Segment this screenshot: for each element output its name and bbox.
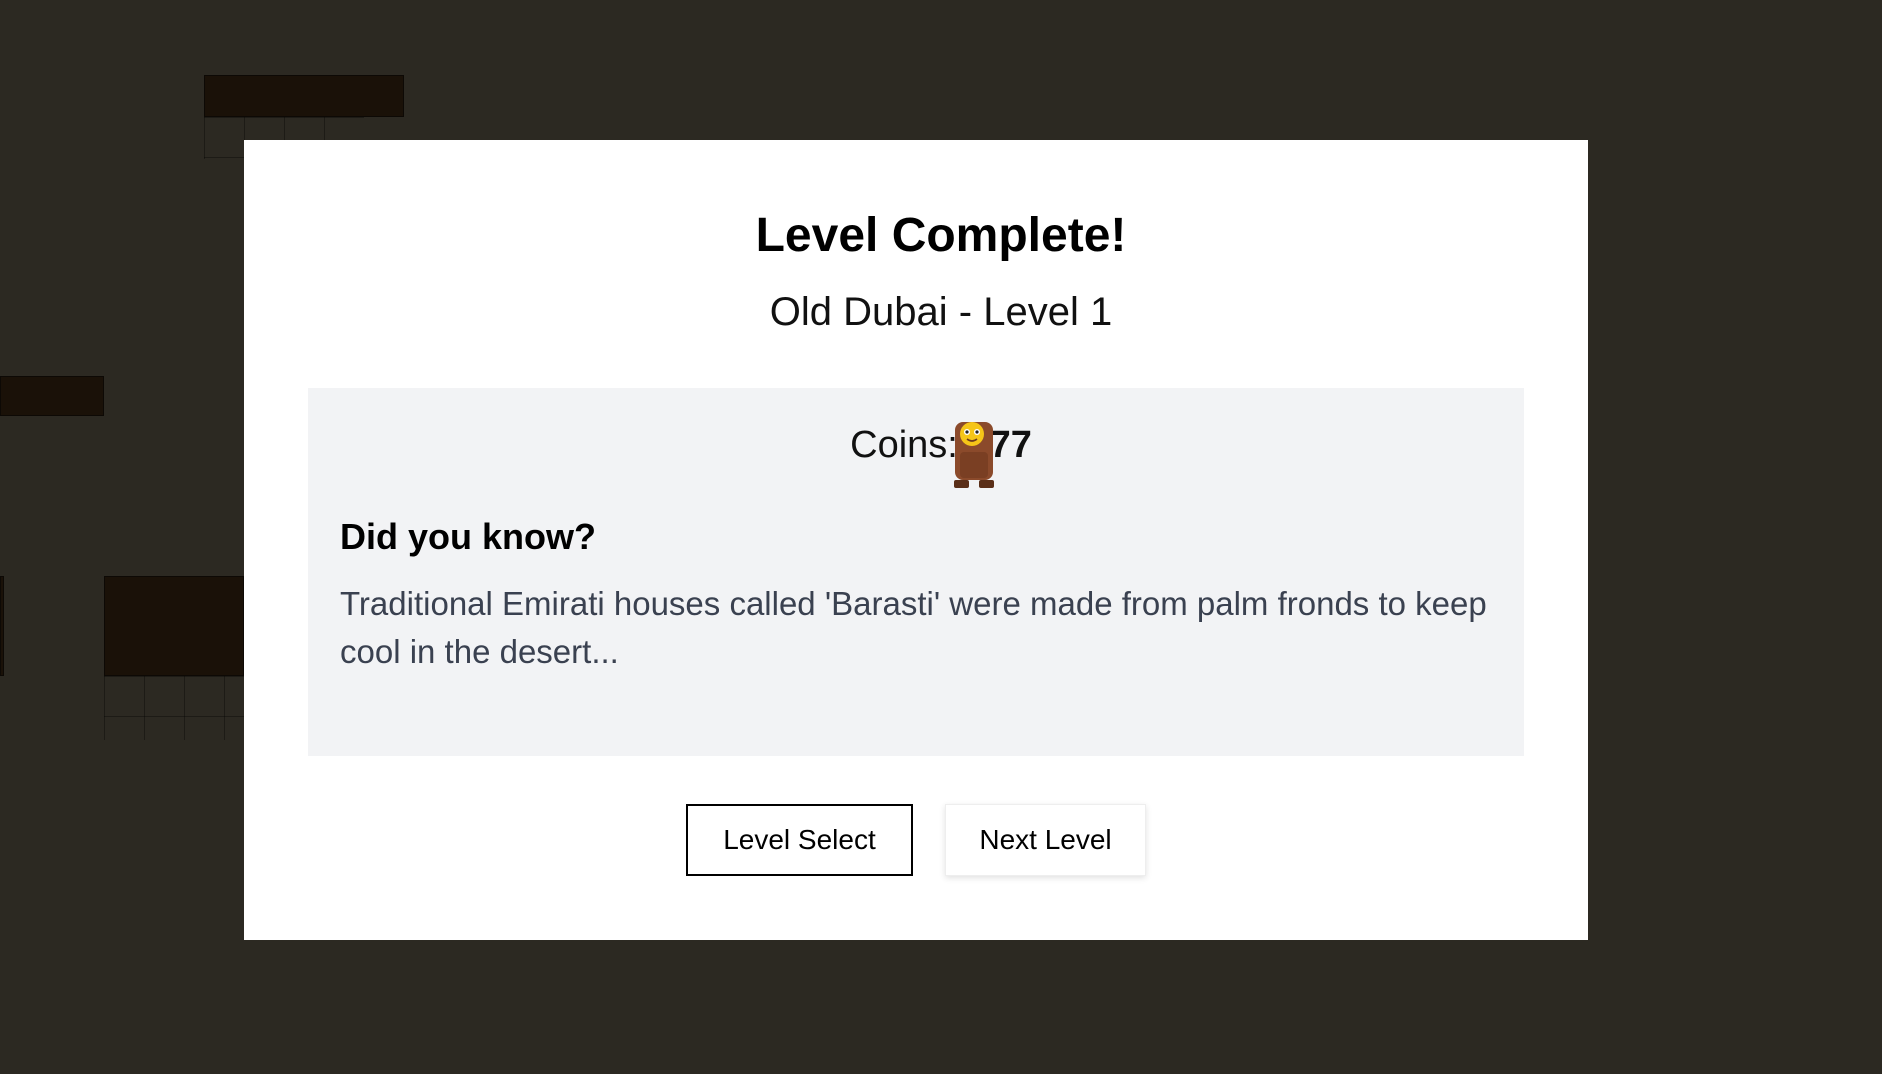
background-grid: [104, 676, 244, 740]
level-select-button[interactable]: Level Select: [686, 804, 913, 876]
background-wall: [0, 576, 4, 676]
level-name: Old Dubai - Level 1: [769, 290, 1113, 334]
background-platform: [0, 376, 104, 416]
background-building: [104, 576, 244, 676]
fact-heading: Did you know?: [340, 516, 596, 557]
next-level-button[interactable]: Next Level: [945, 804, 1146, 876]
dialog-title: Level Complete!: [755, 209, 1127, 262]
coins-display: Coins: 777: [0, 424, 1882, 467]
coins-label: Coins:: [850, 424, 958, 466]
fact-text: Traditional Emirati houses called 'Baras…: [340, 585, 1487, 670]
background-platform: [204, 75, 404, 117]
monkey-icon: [954, 422, 994, 488]
